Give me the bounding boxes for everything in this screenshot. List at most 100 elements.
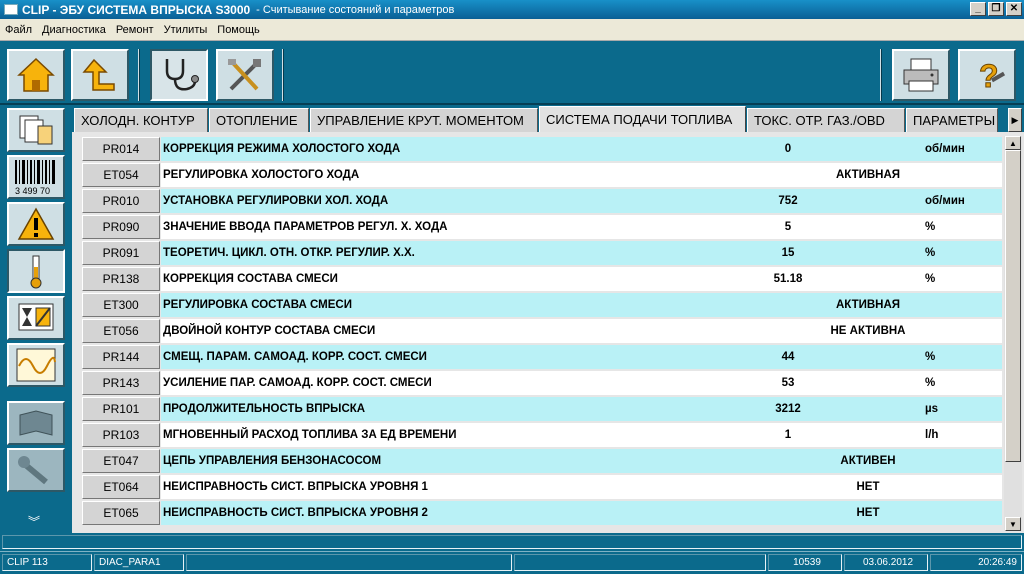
parameter-value: 3212: [775, 403, 801, 415]
parameter-code[interactable]: ET047: [82, 449, 160, 473]
table-row[interactable]: ET047 ЦЕПЬ УПРАВЛЕНИЯ БЕНЗОНАСОСОМ АКТИВЕН: [78, 448, 1002, 473]
status-device: CLIP 113: [2, 554, 92, 571]
parameter-code[interactable]: ET300: [82, 293, 160, 317]
home-button[interactable]: [7, 49, 65, 101]
table-row[interactable]: PR144 СМЕЩ. ПАРАМ. САМОАД. КОРР. СОСТ. СМ…: [78, 344, 1002, 369]
tab-scroll-right-icon[interactable]: ▶: [1008, 108, 1022, 132]
table-row[interactable]: PR143 УСИЛЕНИЕ ПАР. САМОАД. КОРР. СОСТ. С…: [78, 370, 1002, 395]
parameter-code[interactable]: PR010: [82, 189, 160, 213]
table-row[interactable]: ET300 РЕГУЛИРОВКА СОСТАВА СМЕСИ АКТИВНАЯ: [78, 292, 1002, 317]
table-row[interactable]: PR014 КОРРЕКЦИЯ РЕЖИМА ХОЛОСТОГО ХОДА 0 об/…: [78, 136, 1002, 161]
parameter-code[interactable]: PR090: [82, 215, 160, 239]
wrench-icon: [18, 456, 48, 485]
table-row[interactable]: ET054 РЕГУЛИРОВКА ХОЛОСТОГО ХОДА АКТИВНАЯ: [78, 162, 1002, 187]
table-row[interactable]: ET064 НЕИСПРАВНОСТЬ СИСТ. ВПРЫСКА УРОВНЯ …: [78, 474, 1002, 499]
menu-file[interactable]: Файл: [0, 24, 37, 36]
diagnostics-button[interactable]: [150, 49, 208, 101]
documents-icon: [19, 115, 53, 145]
parameter-label: УСТАНОВКА РЕГУЛИРОВКИ ХОЛ. ХОДА: [161, 189, 1002, 213]
parameter-value: НЕТ: [856, 481, 880, 493]
parameter-value: НЕ АКТИВНА: [830, 325, 906, 337]
minimize-button[interactable]: _: [970, 2, 986, 16]
parameter-value: 1: [784, 429, 792, 441]
parameter-code[interactable]: PR103: [82, 423, 160, 447]
table-row[interactable]: PR090 ЗНАЧЕНИЕ ВВОДА ПАРАМЕТРОВ РЕГУЛ. Х.…: [78, 214, 1002, 239]
menu-diagnostics[interactable]: Диагностика: [37, 24, 111, 36]
sidebar-parameters-button[interactable]: [7, 249, 65, 293]
sidebar-wrench-button[interactable]: [7, 448, 65, 492]
print-button[interactable]: [892, 49, 950, 101]
status-field-3: [186, 554, 512, 571]
parameter-unit: об/мин: [925, 195, 965, 207]
table-row[interactable]: PR010 УСТАНОВКА РЕГУЛИРОВКИ ХОЛ. ХОДА 752 о…: [78, 188, 1002, 213]
svg-text:?: ?: [979, 58, 999, 94]
parameter-code[interactable]: ET065: [82, 501, 160, 525]
parameter-code[interactable]: PR143: [82, 371, 160, 395]
parameter-unit: l/h: [925, 429, 939, 441]
parameter-code[interactable]: ET054: [82, 163, 160, 187]
tab-torque[interactable]: УПРАВЛЕНИЕ КРУТ. МОМЕНТОМ: [310, 108, 538, 132]
table-row[interactable]: PR103 МГНОВЕННЫЙ РАСХОД ТОПЛИВА ЗА ЕД ВРЕ…: [78, 422, 1002, 447]
table-row[interactable]: ET056 ДВОЙНОЙ КОНТУР СОСТАВА СМЕСИ НЕ АКТИ…: [78, 318, 1002, 343]
table-row[interactable]: PR138 КОРРЕКЦИЯ СОСТАВА СМЕСИ 51.18%: [78, 266, 1002, 291]
sidebar-faults-button[interactable]: [7, 202, 65, 246]
parameter-unit: %: [925, 377, 936, 389]
table-row[interactable]: PR091 ТЕОРЕТИЧ. ЦИКЛ. ОТН. ОТКР. РЕГУЛИР.…: [78, 240, 1002, 265]
tab-cooling[interactable]: ХОЛОДН. КОНТУР: [74, 108, 208, 132]
sidebar-documents-button[interactable]: [7, 108, 65, 152]
parameter-label: КОРРЕКЦИЯ СОСТАВА СМЕСИ: [161, 267, 1002, 291]
status-count: 10539: [768, 554, 842, 571]
parameter-code[interactable]: PR091: [82, 241, 160, 265]
parameter-code[interactable]: PR138: [82, 267, 160, 291]
parameter-label: ЗНАЧЕНИЕ ВВОДА ПАРАМЕТРОВ РЕГУЛ. Х. ХОДА: [161, 215, 1002, 239]
title-bar: CLIP - ЭБУ СИСТЕМА ВПРЫСКА S3000 - Считы…: [0, 0, 1024, 19]
maximize-button[interactable]: ❐: [988, 2, 1004, 16]
parameter-label: МГНОВЕННЫЙ РАСХОД ТОПЛИВА ЗА ЕД ВРЕМЕНИ: [161, 423, 1002, 447]
window-title: CLIP - ЭБУ СИСТЕМА ВПРЫСКА S3000: [22, 2, 251, 17]
tab-heating[interactable]: ОТОПЛЕНИЕ: [209, 108, 309, 132]
help-button[interactable]: ?: [958, 49, 1016, 101]
tab-parameters[interactable]: ПАРАМЕТРЫ: [906, 108, 998, 132]
parameter-code[interactable]: ET056: [82, 319, 160, 343]
warning-icon: [17, 207, 55, 240]
parameter-value: 44: [781, 351, 795, 363]
table-row[interactable]: PR101 ПРОДОЛЖИТЕЛЬНОСТЬ ВПРЫСКА 3212 µs: [78, 396, 1002, 421]
sidebar-identification-button[interactable]: 3 499 70: [7, 155, 65, 199]
menu-repair[interactable]: Ремонт: [111, 24, 159, 36]
parameter-value: АКТИВНАЯ: [835, 299, 901, 311]
sidebar-oscilloscope-button[interactable]: [7, 343, 65, 387]
oscilloscope-icon: [16, 348, 56, 382]
menu-bar: Файл Диагностика Ремонт Утилиты Помощь: [0, 19, 1024, 41]
parameter-code[interactable]: ET064: [82, 475, 160, 499]
parameter-code[interactable]: PR144: [82, 345, 160, 369]
parameter-label: ТЕОРЕТИЧ. ЦИКЛ. ОТН. ОТКР. РЕГУЛИР. Х.Х.: [161, 241, 1002, 265]
parameter-value: 51.18: [773, 273, 803, 285]
scroll-up-icon[interactable]: ▲: [1005, 136, 1021, 150]
tab-fuel-system[interactable]: СИСТЕМА ПОДАЧИ ТОПЛИВА: [539, 106, 746, 132]
scrollbar-thumb[interactable]: [1005, 150, 1021, 462]
scroll-down-icon[interactable]: ▼: [1005, 517, 1021, 531]
tab-emissions-obd[interactable]: ТОКС. ОТР. ГАЗ./OBD: [747, 108, 905, 132]
status-field-4: [514, 554, 766, 571]
status-bar: CLIP 113 DIAC_PARA1 10539 03.06.2012 20:…: [0, 551, 1024, 574]
parameter-label: ПРОДОЛЖИТЕЛЬНОСТЬ ВПРЫСКА: [161, 397, 1002, 421]
parameter-code[interactable]: PR014: [82, 137, 160, 161]
stethoscope-icon: [165, 59, 199, 91]
tab-strip: ХОЛОДН. КОНТУР ОТОПЛЕНИЕ УПРАВЛЕНИЕ КРУТ…: [72, 106, 1024, 132]
parameter-label: СМЕЩ. ПАРАМ. САМОАД. КОРР. СОСТ. СМЕСИ: [161, 345, 1002, 369]
vertical-scrollbar[interactable]: ▲ ▼: [1004, 136, 1022, 531]
parameter-unit: %: [925, 273, 936, 285]
parameter-code[interactable]: PR101: [82, 397, 160, 421]
parameter-unit: об/мин: [925, 143, 965, 155]
close-button[interactable]: ✕: [1006, 2, 1022, 16]
status-time: 20:26:49: [930, 554, 1022, 571]
menu-utilities[interactable]: Утилиты: [159, 24, 213, 36]
menu-help[interactable]: Помощь: [212, 24, 265, 36]
sidebar-actuators-button[interactable]: [7, 296, 65, 340]
repair-button[interactable]: [216, 49, 274, 101]
status-mode: DIAC_PARA1: [94, 554, 184, 571]
sidebar-scroll-icon[interactable]: ︾: [28, 513, 40, 530]
back-button[interactable]: [71, 49, 129, 101]
table-row[interactable]: ET065 НЕИСПРАВНОСТЬ СИСТ. ВПРЫСКА УРОВНЯ …: [78, 500, 1002, 525]
sidebar-manual-button[interactable]: [7, 401, 65, 445]
